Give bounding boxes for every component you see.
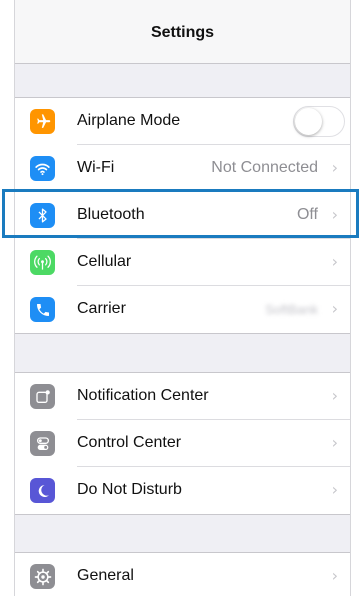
chevron-right-icon: ›: [331, 158, 338, 177]
settings-row-airplane-mode[interactable]: Airplane Mode: [15, 98, 350, 145]
settings-row-wifi[interactable]: Wi-Fi Not Connected ›: [15, 145, 350, 192]
wifi-status-value: Not Connected: [211, 159, 318, 176]
bluetooth-icon: [30, 203, 55, 228]
settings-row-control-center[interactable]: Control Center ›: [15, 420, 350, 467]
settings-group-connectivity: Airplane Mode Wi-Fi Not Connected › Blue: [15, 97, 350, 334]
settings-row-label: Notification Center: [77, 387, 209, 404]
toggle-knob: [295, 108, 322, 135]
cellular-antenna-icon: [30, 250, 55, 275]
settings-row-label: Do Not Disturb: [77, 481, 182, 498]
navigation-bar: Settings: [15, 0, 350, 64]
settings-screen: Settings Airplane Mode Wi-Fi Not Connect…: [14, 0, 351, 596]
settings-row-label: General: [77, 567, 134, 584]
airplane-icon: [30, 109, 55, 134]
moon-icon: [30, 478, 55, 503]
gear-icon: [30, 564, 55, 589]
settings-row-label: Carrier: [77, 300, 126, 317]
chevron-right-icon: ›: [331, 566, 338, 585]
settings-row-carrier[interactable]: Carrier SoftBank ›: [15, 286, 350, 333]
chevron-right-icon: ›: [331, 386, 338, 405]
carrier-name-value: SoftBank: [265, 302, 318, 317]
control-center-icon: [30, 431, 55, 456]
wifi-icon: [30, 156, 55, 181]
settings-row-do-not-disturb[interactable]: Do Not Disturb ›: [15, 467, 350, 514]
chevron-right-icon: ›: [331, 252, 338, 271]
bluetooth-status-value: Off: [296, 206, 318, 223]
chevron-right-icon: ›: [331, 205, 338, 224]
settings-row-label: Control Center: [77, 434, 182, 451]
settings-row-general[interactable]: General ›: [15, 553, 350, 596]
settings-row-cellular[interactable]: Cellular ›: [15, 239, 350, 286]
settings-row-label: Cellular: [77, 253, 132, 270]
settings-group-centers: Notification Center › Control Center › D…: [15, 372, 350, 515]
chevron-right-icon: ›: [331, 299, 338, 318]
settings-row-label: Bluetooth: [77, 206, 145, 223]
settings-row-bluetooth[interactable]: Bluetooth Off ›: [15, 192, 350, 239]
chevron-right-icon: ›: [331, 433, 338, 452]
settings-row-label: Airplane Mode: [77, 112, 181, 129]
phone-icon: [30, 297, 55, 322]
settings-group-general: General ›: [15, 552, 350, 596]
airplane-mode-toggle[interactable]: [293, 106, 345, 137]
notification-center-icon: [30, 384, 55, 409]
page-title: Settings: [150, 24, 215, 41]
settings-row-notification-center[interactable]: Notification Center ›: [15, 373, 350, 420]
chevron-right-icon: ›: [331, 480, 338, 499]
settings-row-label: Wi-Fi: [77, 159, 115, 176]
